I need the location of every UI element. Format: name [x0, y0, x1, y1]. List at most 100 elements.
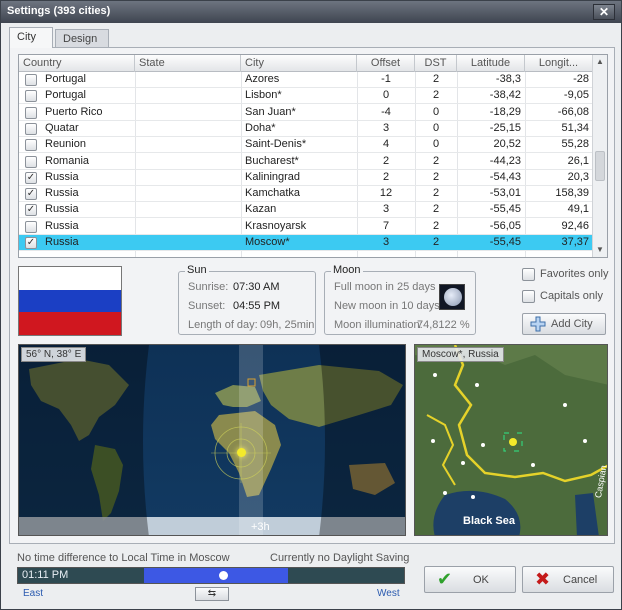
- header-dst[interactable]: DST: [415, 55, 457, 72]
- timezone-offset-label: +3h: [251, 521, 270, 533]
- world-map[interactable]: 56° N, 38° E +3h: [18, 344, 406, 536]
- cell-offset: 2: [382, 154, 390, 167]
- row-checkbox[interactable]: [25, 90, 37, 103]
- row-checkbox[interactable]: [25, 139, 37, 152]
- cell-country: Reunion: [45, 138, 86, 151]
- capitals-only-checkbox[interactable]: [522, 290, 535, 303]
- scroll-down-icon[interactable]: ▼: [593, 243, 607, 257]
- row-checkbox[interactable]: [25, 74, 37, 86]
- tab-design[interactable]: Design: [55, 29, 109, 47]
- black-sea-label: Black Sea: [463, 515, 515, 527]
- header-longitude[interactable]: Longit...: [525, 55, 593, 72]
- cell-offset: 4: [382, 138, 390, 151]
- sun-group: Sun Sunrise: 07:30 AM Sunset: 04:55 PM L…: [178, 264, 316, 335]
- cell-state: [135, 170, 241, 186]
- cell-lon: 49,1: [567, 203, 589, 216]
- table-row[interactable]: Portugal Azores -1 2 -38,3 -28: [19, 72, 593, 88]
- row-checkbox[interactable]: ✓: [25, 204, 37, 217]
- city-marker-icon: [509, 438, 517, 446]
- close-button[interactable]: ✕: [593, 4, 615, 20]
- header-city[interactable]: City: [241, 55, 357, 72]
- cell-city: Azores: [245, 73, 280, 85]
- title-bar[interactable]: Settings (393 cities) ✕: [1, 1, 621, 23]
- sunset-label: Sunset:: [188, 300, 226, 312]
- scroll-thumb[interactable]: [595, 151, 605, 181]
- cell-offset: 2: [382, 170, 390, 183]
- cell-country: Russia: [45, 170, 79, 183]
- daylength-label: Length of day:: [188, 319, 258, 331]
- table-row[interactable]: ✓ Russia Kaliningrad 2 2 -54,43 20,3: [19, 170, 593, 186]
- table-row[interactable]: Quatar Doha* 3 0 -25,15 51,34: [19, 121, 593, 137]
- table-row[interactable]: ✓ Russia Kazan 3 2 -55,45 49,1: [19, 202, 593, 219]
- header-country[interactable]: Country: [19, 55, 135, 72]
- header-latitude[interactable]: Latitude: [457, 55, 525, 72]
- cell-lon: 20,3: [567, 170, 589, 183]
- cell-city: Bucharest*: [245, 154, 299, 167]
- full-moon-text: Full moon in 25 days: [334, 281, 436, 293]
- city-panel: Country State City Offset DST Latitude L…: [9, 47, 615, 544]
- table-row[interactable]: Portugal Lisbon* 0 2 -38,42 -9,05: [19, 88, 593, 105]
- cell-dst: 2: [432, 170, 440, 183]
- region-map[interactable]: Moscow*, Russia Black Sea Caspian: [414, 344, 608, 536]
- sunrise-value: 07:30 AM: [233, 281, 280, 293]
- cell-country: Russia: [45, 187, 79, 200]
- row-checkbox[interactable]: ✓: [25, 171, 37, 184]
- header-state[interactable]: State: [135, 55, 241, 72]
- cell-lat: -38,42: [489, 89, 521, 102]
- cell-lat: -54,43: [489, 170, 521, 183]
- row-checkbox[interactable]: [25, 122, 37, 135]
- cell-state: [135, 202, 241, 218]
- cell-city: San Juan*: [245, 105, 296, 118]
- cell-lat: 20,52: [493, 138, 521, 151]
- cell-dst: 0: [432, 138, 440, 151]
- ok-button[interactable]: ✔ OK: [424, 566, 516, 593]
- current-time: 01:11 PM: [22, 569, 69, 581]
- table-row[interactable]: Puerto Rico San Juan* -4 0 -18,29 -66,08: [19, 105, 593, 121]
- check-icon: ✔: [437, 569, 453, 589]
- moon-title: Moon: [331, 264, 363, 276]
- daylength-value: 09h, 25min: [260, 319, 315, 331]
- cell-offset: -1: [381, 73, 391, 85]
- time-difference-status: No time difference to Local Time in Mosc…: [17, 552, 230, 564]
- table-scrollbar[interactable]: ▲ ▼: [592, 55, 607, 257]
- sun-marker-icon: [237, 448, 246, 457]
- cell-offset: 3: [382, 236, 390, 248]
- scroll-up-icon[interactable]: ▲: [593, 55, 607, 69]
- row-checkbox[interactable]: ✓: [25, 188, 37, 201]
- cell-city: Kaliningrad: [245, 170, 301, 183]
- favorites-only-checkbox[interactable]: [522, 268, 535, 281]
- row-checkbox[interactable]: [25, 106, 37, 119]
- cell-city: Doha*: [245, 121, 276, 134]
- tab-city[interactable]: City: [9, 27, 53, 48]
- cell-lat: -25,15: [489, 121, 521, 134]
- cell-dst: 2: [432, 219, 440, 232]
- add-city-label: Add City: [551, 318, 593, 330]
- cell-lat: -55,45: [489, 203, 521, 216]
- city-table: Country State City Offset DST Latitude L…: [18, 54, 608, 258]
- cell-city: Krasnoyarsk: [245, 219, 307, 232]
- row-checkbox[interactable]: [25, 155, 37, 168]
- add-city-button[interactable]: Add City: [522, 313, 606, 335]
- header-offset[interactable]: Offset: [357, 55, 415, 72]
- cell-dst: 2: [432, 154, 440, 167]
- cell-lon: 55,28: [561, 138, 589, 151]
- row-checkbox[interactable]: ✓: [25, 237, 37, 249]
- cancel-button[interactable]: ✖ Cancel: [522, 566, 614, 593]
- swap-direction-button[interactable]: ⇆: [195, 587, 229, 601]
- cancel-x-icon: ✖: [535, 569, 551, 589]
- cell-lat: -55,45: [489, 236, 521, 248]
- table-row[interactable]: ✓ Russia Kamchatka 12 2 -53,01 158,39: [19, 186, 593, 203]
- row-checkbox[interactable]: [25, 220, 37, 233]
- table-row[interactable]: Romania Bucharest* 2 2 -44,23 26,1: [19, 154, 593, 170]
- cell-state: [135, 137, 241, 153]
- table-row[interactable]: ✓ Russia Moscow* 3 2 -55,45 37,37: [19, 235, 593, 251]
- cell-dst: 0: [432, 121, 440, 134]
- world-map-graphic: [19, 345, 405, 535]
- table-row[interactable]: Reunion Saint-Denis* 4 0 20,52 55,28: [19, 137, 593, 154]
- cell-city: Saint-Denis*: [245, 138, 307, 151]
- time-slider[interactable]: 01:11 PM: [17, 567, 405, 584]
- cell-dst: 2: [432, 73, 440, 85]
- table-row[interactable]: Russia Krasnoyarsk 7 2 -56,05 92,46: [19, 219, 593, 235]
- cell-state: [135, 88, 241, 104]
- favorites-only-label: Favorites only: [540, 268, 609, 280]
